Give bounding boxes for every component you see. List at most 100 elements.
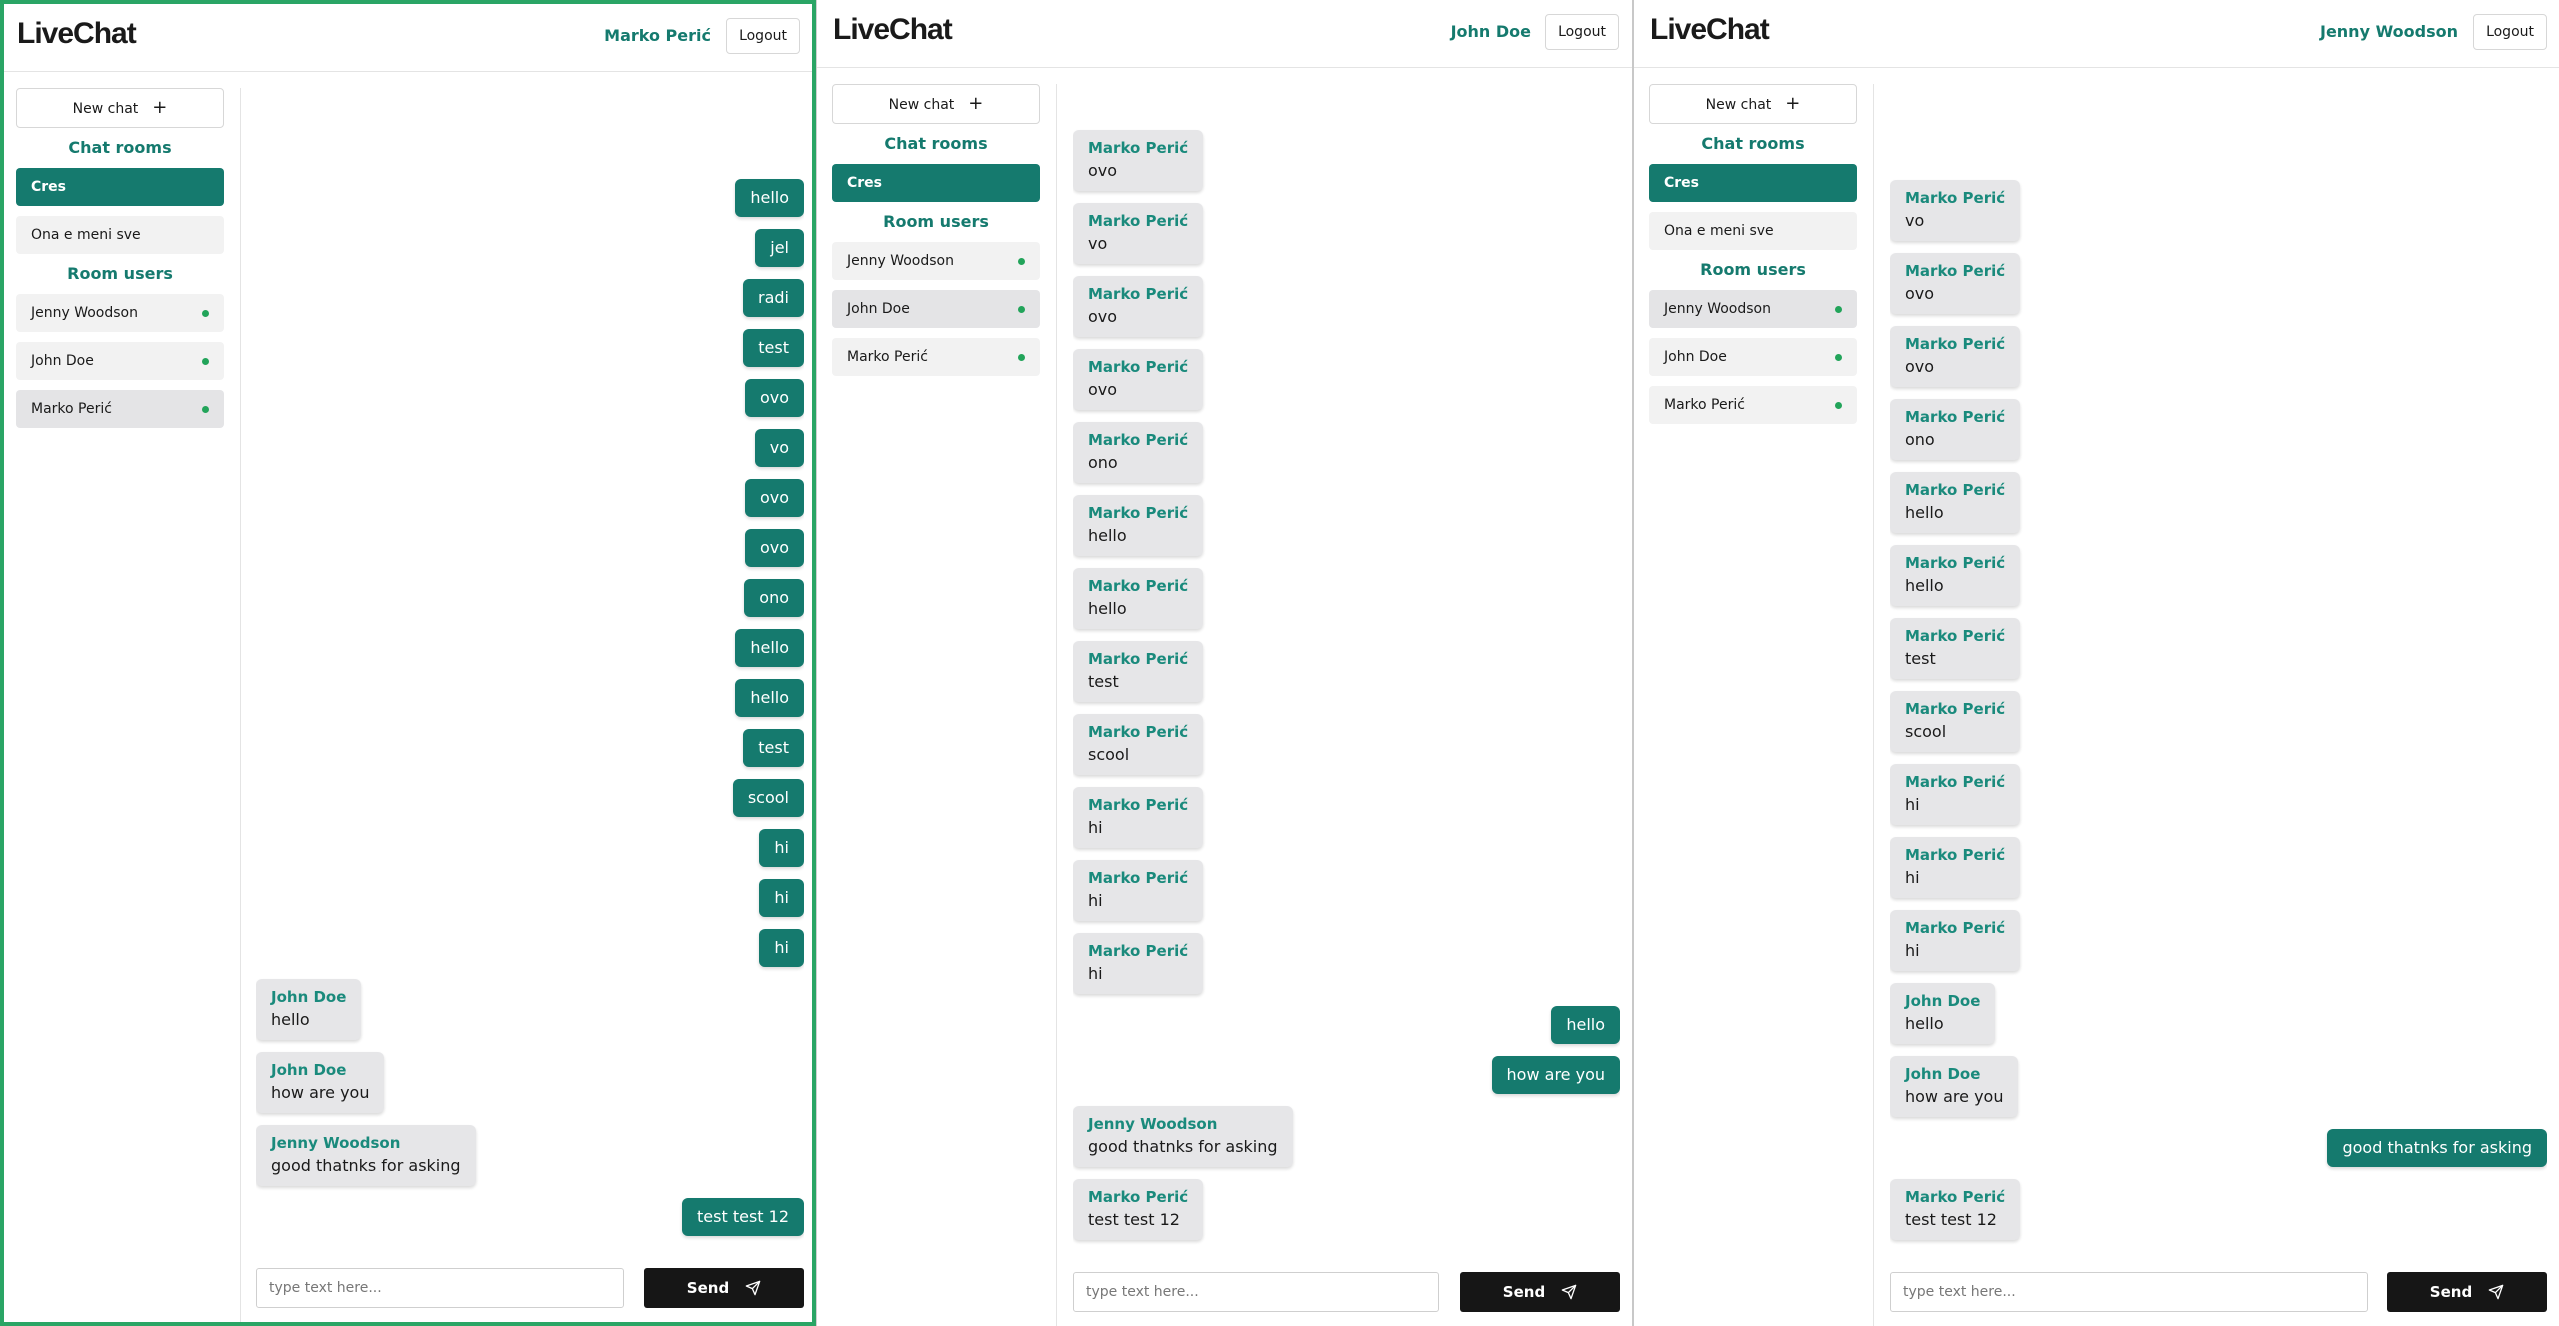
message-sender: Marko Perić xyxy=(1088,212,1189,230)
user-item-marko-peric[interactable]: Marko Perić xyxy=(1649,386,1857,424)
plus-icon: + xyxy=(968,93,984,114)
online-status-icon xyxy=(202,358,209,365)
message-bubble: John Doe hello xyxy=(1890,983,1996,1044)
room-item-cres[interactable]: Cres xyxy=(1649,164,1857,202)
user-item-jenny-woodson[interactable]: Jenny Woodson xyxy=(1649,290,1857,328)
user-name: Jenny Woodson xyxy=(31,305,138,321)
room-item-cres[interactable]: Cres xyxy=(16,168,224,206)
plus-icon: + xyxy=(1785,93,1801,114)
user-item-john-doe[interactable]: John Doe xyxy=(1649,338,1857,376)
send-button[interactable]: Send xyxy=(2387,1272,2547,1312)
send-button[interactable]: Send xyxy=(1460,1272,1620,1312)
header: LiveChat Marko Perić Logout xyxy=(4,4,812,72)
outgoing-message: hi xyxy=(256,829,804,867)
message-sender: Marko Perić xyxy=(1088,139,1189,157)
header: LiveChat Jenny Woodson Logout xyxy=(1634,0,2559,68)
incoming-message: Marko Perić test xyxy=(1890,618,2547,679)
message-stack: hello jel radi test ovo vo ovo ovo ono hello hello… xyxy=(256,179,804,1248)
chat-rooms-title: Chat rooms xyxy=(68,138,172,157)
incoming-message: Marko Perić ono xyxy=(1073,422,1620,483)
logout-button[interactable]: Logout xyxy=(2473,14,2547,50)
outgoing-message: radi xyxy=(256,279,804,317)
message-sender: Marko Perić xyxy=(1905,773,2006,791)
online-status-icon xyxy=(1018,258,1025,265)
message-text: test xyxy=(1905,649,1936,668)
user-item-jenny-woodson[interactable]: Jenny Woodson xyxy=(16,294,224,332)
incoming-message: Jenny Woodson good thatnks for asking xyxy=(256,1125,804,1186)
message-text: how are you xyxy=(1491,1056,1620,1094)
message-sender: John Doe xyxy=(1905,992,1981,1010)
incoming-message: Marko Perić vo xyxy=(1890,180,2547,241)
current-username: Jenny Woodson xyxy=(2319,22,2458,41)
message-sender: Jenny Woodson xyxy=(1088,1115,1218,1133)
outgoing-message: hi xyxy=(256,929,804,967)
outgoing-message: good thatnks for asking xyxy=(1890,1129,2547,1167)
logout-button[interactable]: Logout xyxy=(726,18,800,54)
message-bubble: Marko Perić hi xyxy=(1890,837,2021,898)
user-name: Jenny Woodson xyxy=(1664,301,1771,317)
user-item-marko-peric[interactable]: Marko Perić xyxy=(16,390,224,428)
message-text: hi xyxy=(1088,818,1103,837)
message-bubble: Marko Perić test test 12 xyxy=(1890,1179,2021,1240)
message-bubble: Marko Perić hi xyxy=(1890,910,2021,971)
message-bubble: Marko Perić hello xyxy=(1890,545,2021,606)
message-text: scool xyxy=(732,779,804,817)
message-sender: Marko Perić xyxy=(1905,408,2006,426)
message-text: ono xyxy=(744,579,804,617)
plus-icon: + xyxy=(152,97,168,118)
user-item-john-doe[interactable]: John Doe xyxy=(16,342,224,380)
send-button[interactable]: Send xyxy=(644,1268,804,1308)
message-text: hello xyxy=(1905,576,1944,595)
user-item-jenny-woodson[interactable]: Jenny Woodson xyxy=(832,242,1040,280)
user-name: John Doe xyxy=(847,301,910,317)
message-text: hello xyxy=(735,629,804,667)
incoming-message: John Doe hello xyxy=(1890,983,2547,1044)
message-text: hello xyxy=(1088,526,1127,545)
outgoing-message: vo xyxy=(256,429,804,467)
outgoing-message: hello xyxy=(256,629,804,667)
message-bubble: Marko Perić test xyxy=(1073,641,1204,702)
room-item-ona-e-meni-sve[interactable]: Ona e meni sve xyxy=(1649,212,1857,250)
message-sender: Marko Perić xyxy=(1088,358,1189,376)
new-chat-button[interactable]: New chat + xyxy=(832,84,1040,124)
message-sender: Marko Perić xyxy=(1905,627,2006,645)
online-status-icon xyxy=(1835,306,1842,313)
message-text: how are you xyxy=(1905,1087,2004,1106)
message-text: test xyxy=(743,329,804,367)
message-text: scool xyxy=(1088,745,1130,764)
incoming-message: John Doe how are you xyxy=(1890,1056,2547,1117)
outgoing-message: scool xyxy=(256,779,804,817)
message-text: hello xyxy=(735,179,804,217)
message-text: how are you xyxy=(271,1083,370,1102)
message-input[interactable] xyxy=(1890,1272,2368,1312)
message-bubble: Marko Perić ovo xyxy=(1890,253,2021,314)
new-chat-button[interactable]: New chat + xyxy=(16,88,224,128)
new-chat-label: New chat xyxy=(72,101,139,117)
logout-button[interactable]: Logout xyxy=(1545,14,1619,50)
message-sender: Marko Perić xyxy=(1088,942,1189,960)
room-users-title: Room users xyxy=(1700,260,1806,279)
room-item-cres[interactable]: Cres xyxy=(832,164,1040,202)
message-input[interactable] xyxy=(1073,1272,1439,1312)
user-item-john-doe[interactable]: John Doe xyxy=(832,290,1040,328)
message-bubble: Marko Perić ovo xyxy=(1073,130,1204,191)
message-bubble: Marko Perić ovo xyxy=(1073,276,1204,337)
sidebar: New chat + Chat rooms Cres Ona e meni sve… xyxy=(16,88,224,438)
user-item-marko-peric[interactable]: Marko Perić xyxy=(832,338,1040,376)
message-bubble: Marko Perić hello xyxy=(1890,472,2021,533)
chat-rooms-title: Chat rooms xyxy=(1701,134,1805,153)
incoming-message: Jenny Woodson good thatnks for asking xyxy=(1073,1106,1620,1167)
chat-rooms-title: Chat rooms xyxy=(884,134,988,153)
message-text: test test 12 xyxy=(682,1198,804,1236)
outgoing-message: ovo xyxy=(256,529,804,567)
incoming-message: Marko Perić hello xyxy=(1073,568,1620,629)
message-text: ovo xyxy=(1905,284,1935,303)
message-bubble: Marko Perić hello xyxy=(1073,495,1204,556)
message-text: test test 12 xyxy=(1905,1210,1997,1229)
new-chat-button[interactable]: New chat + xyxy=(1649,84,1857,124)
message-input[interactable] xyxy=(256,1268,624,1308)
message-sender: Marko Perić xyxy=(1905,919,2006,937)
room-item-ona-e-meni-sve[interactable]: Ona e meni sve xyxy=(16,216,224,254)
outgoing-message: ovo xyxy=(256,379,804,417)
message-text: hello xyxy=(1551,1006,1620,1044)
